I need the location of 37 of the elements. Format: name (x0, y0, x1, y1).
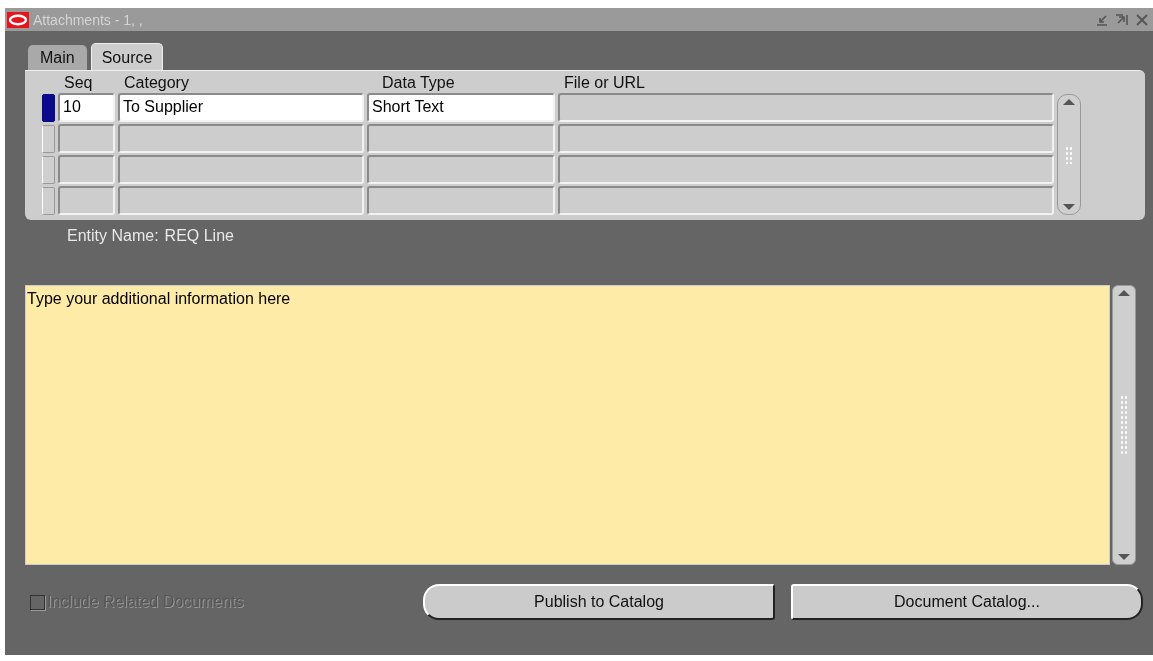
row-indicator[interactable] (42, 156, 55, 184)
table-cell[interactable] (58, 155, 115, 184)
scrollbar[interactable] (1057, 94, 1081, 215)
table-cell[interactable] (558, 93, 1054, 122)
entity-name-label: Entity Name: (67, 227, 159, 245)
row-indicator[interactable] (42, 125, 55, 153)
tab[interactable]: Main (28, 45, 87, 70)
column-header: Data Type (381, 73, 456, 92)
table-cell[interactable] (118, 124, 364, 153)
table-cell[interactable] (558, 124, 1054, 153)
table-cell[interactable] (367, 155, 555, 184)
column-header: Seq (63, 74, 94, 92)
close-icon[interactable] (1135, 13, 1149, 26)
table-cell[interactable]: Short Text (367, 93, 555, 122)
text-area[interactable]: Type your additional information here (25, 285, 1110, 565)
table-cell[interactable]: 10 (58, 93, 115, 122)
window-title: Attachments - 1, , (33, 11, 143, 28)
tab[interactable]: Source (90, 43, 164, 70)
table-cell[interactable] (58, 186, 115, 215)
row-indicator[interactable] (42, 187, 55, 215)
table-cell[interactable] (558, 155, 1054, 184)
table-cell[interactable] (58, 124, 115, 153)
table-cell[interactable] (118, 186, 364, 215)
button[interactable]: Document Catalog... (791, 584, 1143, 620)
minimize-icon[interactable] (1095, 13, 1109, 26)
table-cell[interactable] (558, 186, 1054, 215)
column-header: File or URL (563, 74, 646, 92)
table-cell[interactable] (118, 155, 364, 184)
scrollbar[interactable] (1112, 285, 1136, 565)
table-cell[interactable] (367, 124, 555, 153)
table-cell[interactable] (367, 186, 555, 215)
entity-name-value: REQ Line (164, 227, 234, 245)
table-cell[interactable]: To Supplier (118, 93, 364, 122)
logo-icon (7, 11, 29, 28)
maximize-icon[interactable] (1115, 13, 1129, 26)
button[interactable]: Publish to Catalog (423, 584, 775, 620)
column-header: Category (123, 74, 190, 92)
